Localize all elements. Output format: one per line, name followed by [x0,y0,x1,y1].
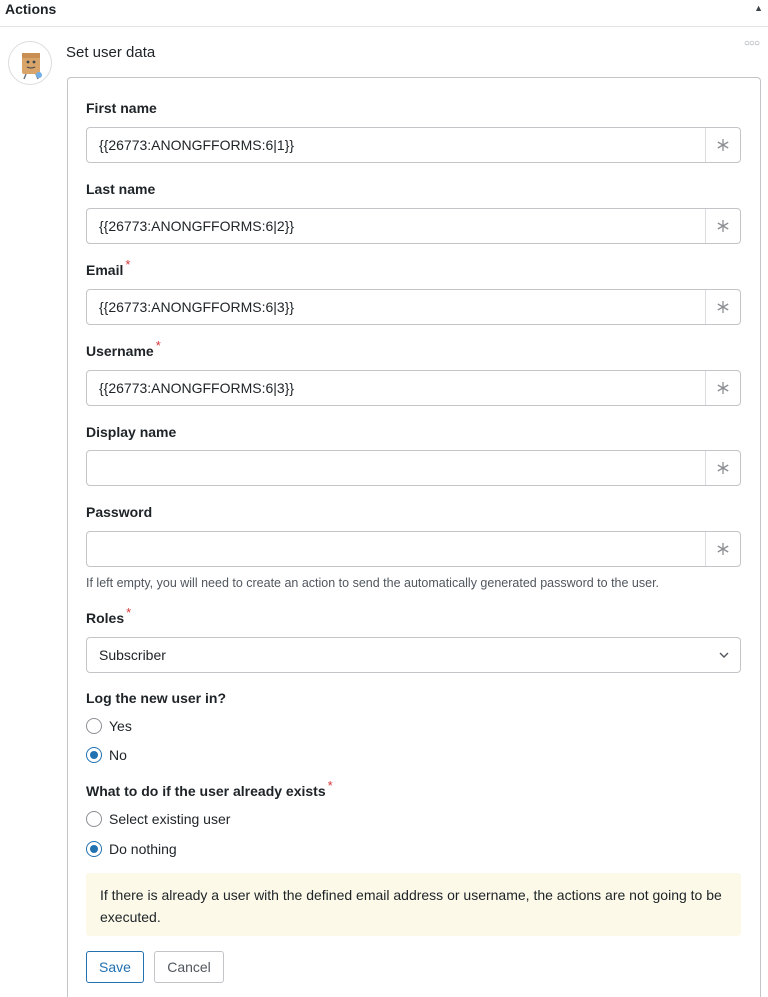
email-field[interactable]: {{26773:ANONGFFORMS:6|3}} [86,289,741,325]
do-nothing-label: Do nothing [109,841,177,857]
required-mark: * [327,778,333,793]
last-name-label: Last name [86,181,156,197]
last-name-field[interactable]: {{26773:ANONGFFORMS:6|2}} [86,208,741,244]
required-mark: * [155,338,161,353]
required-mark: * [125,257,131,272]
first-name-value[interactable]: {{26773:ANONGFFORMS:6|1}} [87,128,705,162]
display-name-field[interactable] [86,450,741,486]
actions-header: Actions ▲ [0,0,768,27]
login-no-radio[interactable]: No [86,745,127,765]
roles-select[interactable]: Subscriber [86,637,741,673]
action-title: Set user data [66,44,156,61]
password-label: Password [86,504,153,520]
password-value[interactable] [87,532,705,566]
asterisk-icon[interactable] [705,532,740,566]
display-name-value[interactable] [87,451,705,485]
roles-selected: Subscriber [99,647,166,663]
first-name-field[interactable]: {{26773:ANONGFFORMS:6|1}} [86,127,741,163]
password-help-text: If left empty, you will need to create a… [86,576,660,590]
save-button[interactable]: Save [86,951,144,983]
roles-label: Roles * [86,605,132,626]
email-label: Email * [86,257,131,278]
last-name-value[interactable]: {{26773:ANONGFFORMS:6|2}} [87,209,705,243]
login-yes-radio[interactable]: Yes [86,716,132,736]
radio-unchecked-icon[interactable] [86,718,102,734]
asterisk-icon[interactable] [705,371,740,405]
asterisk-icon[interactable] [705,209,740,243]
password-field[interactable] [86,531,741,567]
login-yes-label: Yes [109,718,132,734]
exists-label: What to do if the user already exists * [86,778,333,799]
select-existing-label: Select existing user [109,811,231,827]
display-name-label: Display name [86,424,177,440]
radio-checked-icon[interactable] [86,841,102,857]
login-label: Log the new user in? [86,690,227,706]
username-label: Username * [86,338,161,359]
select-existing-radio[interactable]: Select existing user [86,809,230,829]
first-name-label: First name [86,100,157,116]
username-field[interactable]: {{26773:ANONGFFORMS:6|3}} [86,370,741,406]
radio-checked-icon[interactable] [86,747,102,763]
asterisk-icon[interactable] [705,290,740,324]
action-avatar-icon [8,41,52,85]
asterisk-icon[interactable] [705,128,740,162]
do-nothing-radio[interactable]: Do nothing [86,839,177,859]
cancel-button[interactable]: Cancel [154,951,224,983]
caret-up-icon[interactable]: ▲ [754,3,763,13]
asterisk-icon[interactable] [705,451,740,485]
username-value[interactable]: {{26773:ANONGFFORMS:6|3}} [87,371,705,405]
email-value[interactable]: {{26773:ANONGFFORMS:6|3}} [87,290,705,324]
chevron-down-icon [718,638,730,684]
more-dots-icon[interactable]: ○○○ [744,38,760,49]
required-mark: * [126,605,132,620]
actions-title: Actions [5,1,57,17]
warning-notice: If there is already a user with the defi… [86,873,741,936]
radio-unchecked-icon[interactable] [86,811,102,827]
login-no-label: No [109,747,127,763]
